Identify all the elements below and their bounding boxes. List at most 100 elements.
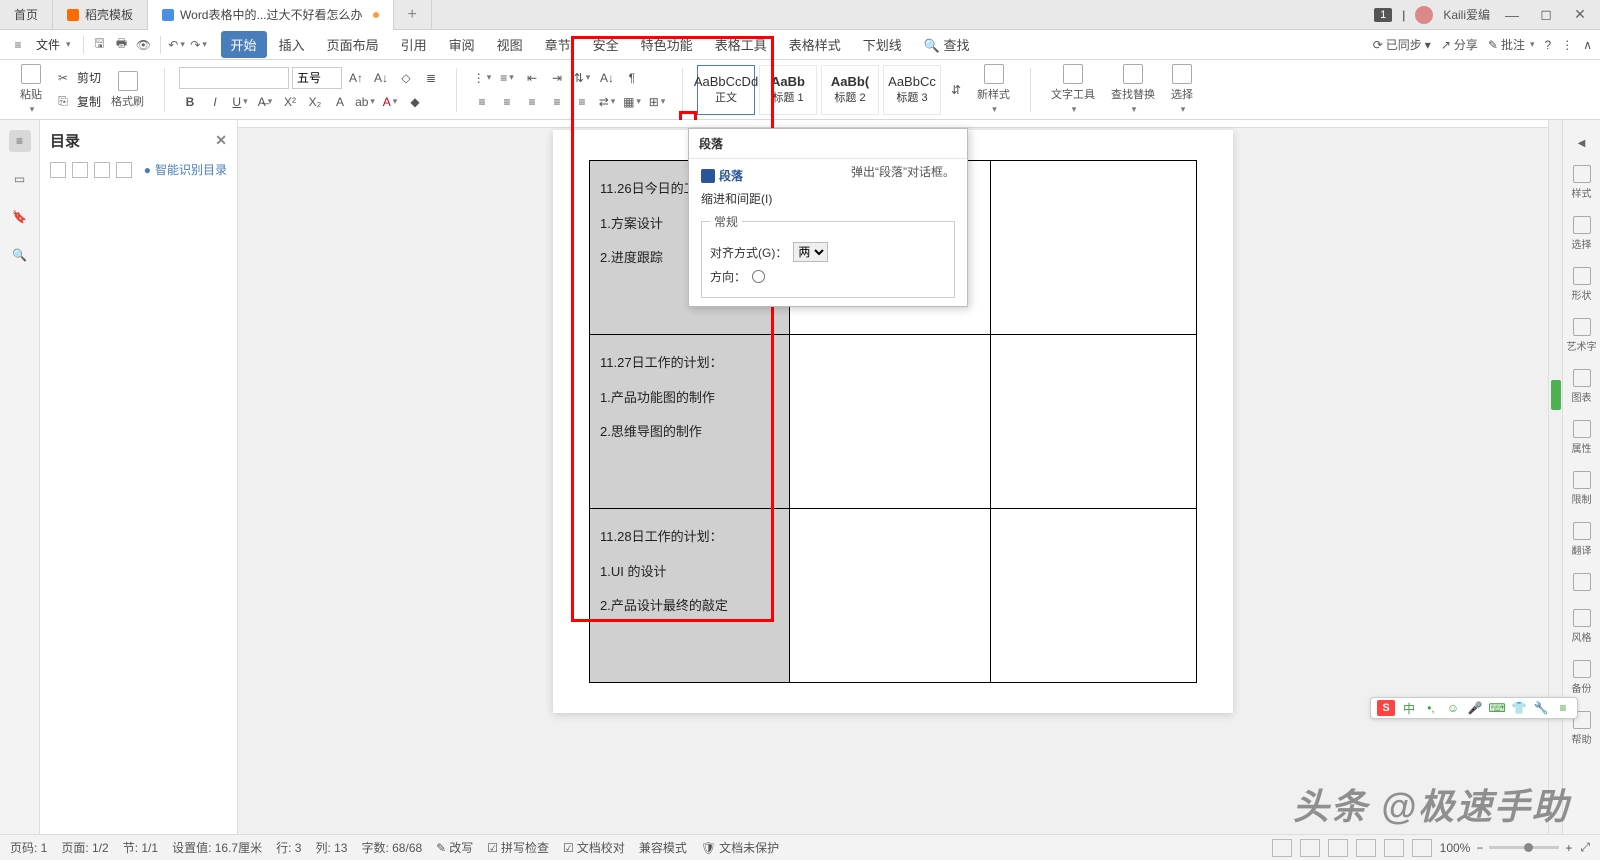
zoom-handle[interactable] <box>1524 843 1533 852</box>
rb-select[interactable]: 选择 <box>1567 212 1597 255</box>
status-col[interactable]: 列: 13 <box>315 839 347 856</box>
select-button[interactable]: 选择 <box>1165 62 1199 117</box>
char-border-icon[interactable]: ≣ <box>420 67 442 89</box>
save-icon[interactable]: 🖫 <box>90 35 110 55</box>
style-h2[interactable]: AaBb(标题 2 <box>821 65 879 115</box>
tab-table-style[interactable]: 表格样式 <box>779 31 851 58</box>
rb-translate[interactable]: 翻译 <box>1567 518 1597 561</box>
rb-style[interactable]: 样式 <box>1567 161 1597 204</box>
tab-start[interactable]: 开始 <box>221 31 267 58</box>
table-row[interactable]: 11.28日工作的计划：1.UI 的设计2.产品设计最终的敲定 <box>590 509 1197 683</box>
change-case-icon[interactable]: A <box>329 91 351 113</box>
tab-layout[interactable]: 页面布局 <box>317 31 389 58</box>
user-name[interactable]: Kaili爱编 <box>1443 6 1490 23</box>
copy-icon[interactable]: ⎘ <box>52 91 74 113</box>
fit-icon[interactable]: ⤢ <box>1580 840 1590 855</box>
redo-icon[interactable]: ↷ <box>189 35 209 55</box>
tab-table-tools[interactable]: 表格工具 <box>705 31 777 58</box>
print-icon[interactable]: 🖶 <box>112 35 132 55</box>
align-select[interactable]: 两 <box>793 242 828 262</box>
hamburger-icon[interactable]: ≡ <box>8 35 28 55</box>
undo-icon[interactable]: ↶ <box>167 35 187 55</box>
status-compat[interactable]: 兼容模式 <box>639 839 687 856</box>
paste-button[interactable]: 粘贴 <box>14 62 48 117</box>
numbering-icon[interactable]: ≡ <box>496 67 518 89</box>
zoom-slider[interactable] <box>1489 846 1559 849</box>
tab-underline[interactable]: 下划线 <box>853 31 912 58</box>
highlight-button[interactable]: ab <box>354 91 376 113</box>
direction-radio[interactable] <box>752 270 765 283</box>
rb-prop[interactable]: 属性 <box>1567 416 1597 459</box>
vertical-scrollbar[interactable] <box>1548 120 1562 834</box>
panel-close-icon[interactable]: ✕ <box>215 132 227 149</box>
demote-icon[interactable] <box>116 162 132 178</box>
grow-font-icon[interactable]: A↑ <box>345 67 367 89</box>
tab-feature[interactable]: 特色功能 <box>631 31 703 58</box>
rb-wordart[interactable]: 艺术字 <box>1567 314 1597 357</box>
view-print-icon[interactable] <box>1300 839 1320 857</box>
expand-icon[interactable]: ∧ <box>1583 38 1592 52</box>
status-words[interactable]: 字数: 68/68 <box>361 839 422 856</box>
ime-punct-icon[interactable]: •, <box>1423 700 1439 716</box>
ime-voice-icon[interactable]: 🎤 <box>1467 700 1483 716</box>
status-spell[interactable]: ☑ 拼写检查 <box>487 839 549 856</box>
ime-tool-icon[interactable]: 🔧 <box>1533 700 1549 716</box>
zoom-icon[interactable]: 🔍 <box>9 244 31 266</box>
status-rewrite[interactable]: ✎ 改写 <box>436 839 473 856</box>
shrink-font-icon[interactable]: A↓ <box>370 67 392 89</box>
preview-icon[interactable]: 👁 <box>134 35 154 55</box>
tab-new[interactable]: + <box>394 0 432 30</box>
maximize-button[interactable]: ◻ <box>1534 6 1558 23</box>
rb-chart[interactable]: 图表 <box>1567 365 1597 408</box>
help-icon[interactable]: ? <box>1545 38 1552 52</box>
tab-document[interactable]: Word表格中的...过大不好看怎么办 <box>148 0 393 30</box>
style-h1[interactable]: AaBb标题 1 <box>759 65 817 115</box>
scroll-thumb[interactable] <box>1551 380 1561 410</box>
align-justify-icon[interactable]: ≡ <box>546 91 568 113</box>
border-icon[interactable]: ⊞ <box>646 91 668 113</box>
comment-button[interactable]: ✎ 批注 <box>1488 36 1535 53</box>
char-shading-icon[interactable]: ◆ <box>404 91 426 113</box>
zoom-in-icon[interactable]: + <box>1565 841 1572 855</box>
tab-section[interactable]: 章节 <box>535 31 581 58</box>
bold-button[interactable]: B <box>179 91 201 113</box>
align-center-icon[interactable]: ≡ <box>496 91 518 113</box>
ime-toolbar[interactable]: S 中 •, ☺ 🎤 ⌨ 👕 🔧 ≡ <box>1370 697 1578 719</box>
status-pages[interactable]: 页面: 1/2 <box>61 839 108 856</box>
collapse-icon[interactable]: ⋮ <box>1561 38 1573 52</box>
style-body[interactable]: AaBbCcDd正文 <box>697 65 755 115</box>
increase-indent-icon[interactable]: ⇥ <box>546 67 568 89</box>
promote-icon[interactable] <box>94 162 110 178</box>
ime-emoji-icon[interactable]: ☺ <box>1445 700 1461 716</box>
view-read-icon[interactable] <box>1384 839 1404 857</box>
status-proof[interactable]: ☑ 文档校对 <box>563 839 625 856</box>
rb-toggle[interactable]: ◀ <box>1567 134 1597 153</box>
bookmark-icon[interactable]: 🔖 <box>9 206 31 228</box>
font-family-combo[interactable] <box>179 67 289 89</box>
align-left-icon[interactable]: ≡ <box>471 91 493 113</box>
search-button[interactable]: 🔍 查找 <box>914 31 980 58</box>
subscript-icon[interactable]: X₂ <box>304 91 326 113</box>
text-tool-button[interactable]: 文字工具 <box>1045 62 1101 117</box>
smart-outline-button[interactable]: ● 智能识别目录 <box>144 161 227 178</box>
align-right-icon[interactable]: ≡ <box>521 91 543 113</box>
tab-security[interactable]: 安全 <box>583 31 629 58</box>
show-marks-icon[interactable]: ¶ <box>621 67 643 89</box>
sogou-icon[interactable]: S <box>1377 700 1395 716</box>
ime-skin-icon[interactable]: 👕 <box>1511 700 1527 716</box>
zoom-control[interactable]: 100% − + <box>1440 841 1573 855</box>
rb-shape[interactable]: 形状 <box>1567 263 1597 306</box>
close-button[interactable]: ✕ <box>1568 6 1592 23</box>
user-avatar[interactable] <box>1415 6 1433 24</box>
line-spacing-icon[interactable]: ⇅ <box>571 67 593 89</box>
rb-backup[interactable]: 备份 <box>1567 656 1597 699</box>
font-color-button[interactable]: A <box>379 91 401 113</box>
popup-tab[interactable]: 缩进和间距(I) <box>701 190 955 207</box>
rb-more[interactable] <box>1567 569 1597 597</box>
cut-icon[interactable]: ✂ <box>52 67 74 89</box>
tab-references[interactable]: 引用 <box>391 31 437 58</box>
fullscreen-icon[interactable] <box>1272 839 1292 857</box>
distribute-icon[interactable]: ≡ <box>571 91 593 113</box>
view-eye-icon[interactable] <box>1412 839 1432 857</box>
status-protect[interactable]: 🛡 文档未保护 <box>701 839 779 856</box>
